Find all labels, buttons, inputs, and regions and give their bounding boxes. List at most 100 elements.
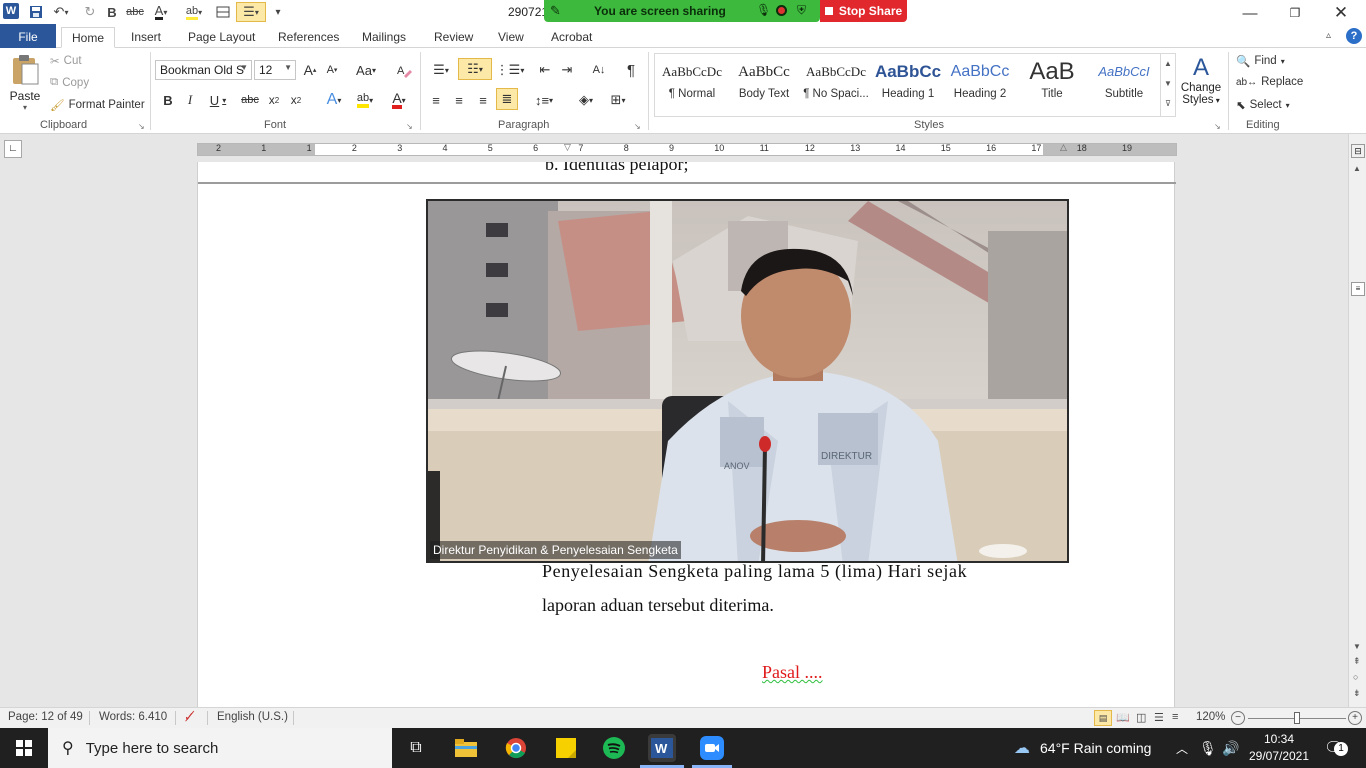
close-icon[interactable]: ✕ xyxy=(1331,4,1351,22)
tab-review[interactable]: Review xyxy=(424,27,483,48)
style-body-text[interactable]: AaBbCc Body Text xyxy=(728,56,800,112)
file-explorer-icon[interactable] xyxy=(452,734,480,762)
shield-check-icon[interactable]: ⛨ xyxy=(797,3,806,18)
grow-font-icon[interactable]: A▴ xyxy=(300,60,320,80)
style-title[interactable]: AaB Title xyxy=(1016,56,1088,112)
font-size-combo[interactable]: 12▼ xyxy=(254,60,296,80)
word-taskbar-icon[interactable]: W xyxy=(648,734,676,762)
windows-start-icon[interactable] xyxy=(10,734,38,762)
volume-icon[interactable]: 🔊 xyxy=(1222,728,1239,768)
style-heading-1[interactable]: AaBbCc Heading 1 xyxy=(872,56,944,112)
find-button[interactable]: 🔍Find▾ xyxy=(1236,54,1285,68)
zoom-out-icon[interactable]: − xyxy=(1231,711,1245,725)
restore-icon[interactable]: ❐ xyxy=(1285,4,1305,22)
spotify-icon[interactable] xyxy=(600,734,628,762)
paragraph-launcher-icon[interactable]: ↘ xyxy=(634,122,641,131)
redo-icon[interactable]: ↻ xyxy=(80,2,100,22)
customize-qat-icon[interactable]: ▾ xyxy=(272,2,284,22)
bold-qat-icon[interactable]: B xyxy=(104,2,120,22)
video-share-window[interactable]: ANOV DIREKTUR Direktur Penyidikan & Peny… xyxy=(426,199,1069,563)
zoom-app-icon[interactable] xyxy=(698,734,726,762)
view-ruler-icon[interactable]: ⊟ xyxy=(1351,144,1365,158)
font-color-icon[interactable]: A▾ xyxy=(384,90,414,110)
first-line-indent-marker[interactable]: ▽ xyxy=(564,142,571,153)
numbering-qat-icon[interactable]: ☰▾ xyxy=(236,2,266,22)
underline-icon[interactable]: U▾ xyxy=(204,90,232,110)
zoom-level[interactable]: 120% xyxy=(1196,711,1225,723)
style-normal[interactable]: AaBbCcDc ¶ Normal xyxy=(656,56,728,112)
select-button[interactable]: ⬉Select▾ xyxy=(1236,98,1290,112)
undo-icon[interactable]: ↶▾ xyxy=(48,2,74,22)
scroll-up-icon[interactable]: ▲ xyxy=(1353,164,1361,173)
vertical-scrollbar[interactable]: ⊟ ▲ ≡ ▼ ⇞ ○ ⇟ xyxy=(1348,134,1366,707)
strikethrough-icon[interactable]: abc xyxy=(238,90,262,110)
copy-button[interactable]: ⧉Copy xyxy=(50,76,89,89)
justify-icon[interactable]: ≣ xyxy=(496,88,518,110)
cut-button[interactable]: ✂Cut xyxy=(50,54,82,68)
show-hidden-icons-icon[interactable]: ︿ xyxy=(1176,728,1188,768)
bullets-icon[interactable]: ☰▾ xyxy=(426,60,456,80)
scroll-down-icon[interactable]: ▼ xyxy=(1353,642,1361,651)
previous-page-icon[interactable]: ⇞ xyxy=(1353,656,1361,667)
align-right-icon[interactable]: ≡ xyxy=(473,90,493,110)
show-formatting-icon[interactable]: ¶ xyxy=(621,60,641,80)
highlight-qat-icon[interactable]: ab▾ xyxy=(180,2,208,22)
italic-icon[interactable]: I xyxy=(180,90,200,110)
tab-mailings[interactable]: Mailings xyxy=(352,27,416,48)
replace-button[interactable]: ab↔Replace xyxy=(1236,76,1303,88)
styles-scroll[interactable]: ▲▼⊽ xyxy=(1160,54,1175,116)
chrome-icon[interactable] xyxy=(502,734,530,762)
clock[interactable]: 10:34 29/07/2021 xyxy=(1248,731,1310,765)
strikethrough-qat-icon[interactable]: abc xyxy=(124,2,146,22)
scroll-thumb[interactable]: ≡ xyxy=(1351,282,1365,296)
font-name-combo[interactable]: Bookman Old S▼ xyxy=(155,60,252,80)
zoom-in-icon[interactable]: + xyxy=(1348,711,1362,725)
text-effects-icon[interactable]: A▾ xyxy=(320,90,348,110)
tab-page-layout[interactable]: Page Layout xyxy=(178,27,265,48)
tab-view[interactable]: View xyxy=(488,27,534,48)
style-subtitle[interactable]: AaBbCcI Subtitle xyxy=(1088,56,1160,112)
multilevel-list-icon[interactable]: ⋮☰▾ xyxy=(496,60,524,80)
tab-file[interactable]: File xyxy=(0,24,56,48)
paste-button[interactable]: Paste ▾ xyxy=(8,54,42,114)
weather-widget[interactable]: ☁ 64°F Rain coming xyxy=(1014,728,1151,768)
tab-acrobat[interactable]: Acrobat xyxy=(541,27,602,48)
language-indicator[interactable]: English (U.S.) xyxy=(217,711,288,723)
horizontal-ruler[interactable]: ▽ △ 2112345678910111213141516171819 xyxy=(197,143,1177,156)
print-layout-icon[interactable]: ▤ xyxy=(1094,710,1112,726)
save-icon[interactable] xyxy=(26,2,46,22)
collapse-ribbon-icon[interactable]: ▵ xyxy=(1326,30,1331,41)
tab-references[interactable]: References xyxy=(268,27,349,48)
align-center-icon[interactable]: ≡ xyxy=(449,90,469,110)
borders-icon[interactable]: ⊞▾ xyxy=(604,90,632,110)
taskbar-search-box[interactable]: ⚲ Type here to search xyxy=(48,728,392,768)
font-launcher-icon[interactable]: ↘ xyxy=(406,122,413,131)
clipboard-launcher-icon[interactable]: ↘ xyxy=(138,122,145,131)
tab-selector-icon[interactable]: ∟ xyxy=(4,140,22,158)
sort-icon[interactable]: A↓ xyxy=(589,60,609,80)
highlight-color-icon[interactable]: ab▾ xyxy=(350,90,380,110)
mic-muted-icon[interactable]: 🎙 xyxy=(756,3,771,17)
shrink-font-icon[interactable]: A▾ xyxy=(322,60,342,80)
browse-object-icon[interactable]: ○ xyxy=(1353,672,1358,682)
microphone-icon[interactable]: 🎙 xyxy=(1199,728,1217,768)
style-no-spacing[interactable]: AaBbCcDc ¶ No Spaci... xyxy=(800,56,872,112)
outline-icon[interactable]: ☰ xyxy=(1154,711,1164,724)
styles-launcher-icon[interactable]: ↘ xyxy=(1214,122,1221,131)
zoom-slider-thumb[interactable] xyxy=(1294,712,1300,724)
word-count[interactable]: Words: 6.410 xyxy=(99,711,167,723)
minimize-icon[interactable]: — xyxy=(1240,4,1260,22)
numbering-icon[interactable]: ☷▾ xyxy=(458,58,492,80)
superscript-icon[interactable]: x2 xyxy=(286,90,306,110)
font-color-qat-icon[interactable]: A▾ xyxy=(148,2,174,22)
change-styles-button[interactable]: A Change Styles ▾ xyxy=(1178,54,1224,116)
draft-icon[interactable]: ≡ xyxy=(1172,711,1178,723)
sticky-notes-icon[interactable] xyxy=(552,734,580,762)
web-layout-icon[interactable]: ◫ xyxy=(1136,711,1146,724)
tab-home[interactable]: Home xyxy=(61,27,115,48)
stop-share-button[interactable]: Stop Share xyxy=(820,0,907,22)
align-left-icon[interactable]: ≡ xyxy=(426,90,446,110)
page-count[interactable]: Page: 12 of 49 xyxy=(8,711,83,723)
change-case-button[interactable]: Aa▾ xyxy=(352,60,380,80)
style-heading-2[interactable]: AaBbCc Heading 2 xyxy=(944,56,1016,112)
